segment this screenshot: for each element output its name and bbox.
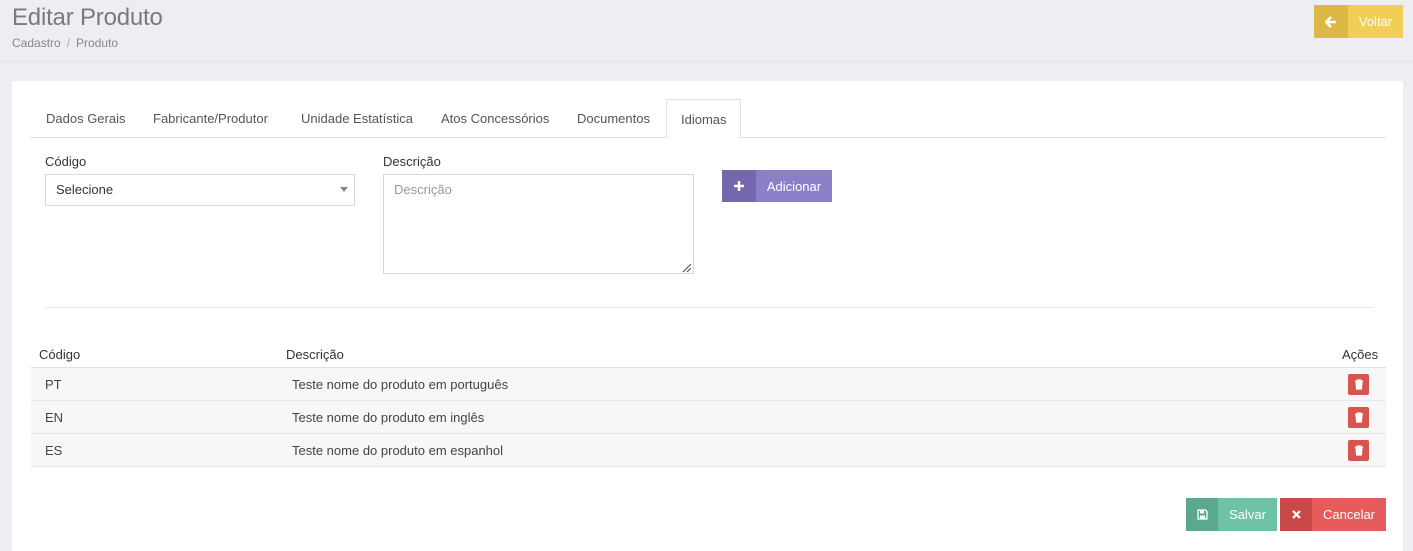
trash-icon (1354, 445, 1363, 456)
codigo-label: Código (45, 154, 87, 169)
save-button[interactable]: Salvar (1186, 498, 1277, 531)
codigo-select-value: Selecione (56, 182, 114, 197)
close-icon (1280, 498, 1312, 531)
table-row: ES Teste nome do produto em espanhol (31, 434, 1386, 467)
caret-down-icon (340, 187, 348, 192)
row-descricao: Teste nome do produto em português (292, 377, 509, 392)
tab-atos-concessorios[interactable]: Atos Concessórios (425, 99, 565, 138)
cancel-button-label: Cancelar (1322, 507, 1376, 522)
tab-idiomas[interactable]: Idiomas (666, 99, 741, 139)
save-button-label: Salvar (1229, 507, 1266, 522)
plus-icon (722, 170, 756, 202)
page-header: Editar Produto Cadastro / Produto Voltar (0, 0, 1413, 62)
add-button-label: Adicionar (766, 178, 822, 194)
idiomas-table: Código Descrição Ações PT Teste nome do … (31, 341, 1386, 467)
trash-icon (1354, 379, 1363, 390)
tab-dados-gerais[interactable]: Dados Gerais (30, 99, 141, 138)
row-codigo: EN (45, 410, 64, 425)
descricao-label: Descrição (383, 154, 441, 169)
codigo-select[interactable]: Selecione (45, 174, 355, 206)
floppy-disk-icon (1186, 498, 1218, 531)
content-panel: Dados Gerais Fabricante/Produtor Unidade… (12, 81, 1403, 551)
descricao-textarea[interactable] (383, 174, 694, 274)
arrow-left-icon (1314, 5, 1348, 38)
page-title: Editar Produto (12, 4, 163, 31)
column-header-descricao: Descrição (286, 347, 344, 362)
breadcrumb-separator: / (66, 36, 71, 50)
breadcrumb-item-produto: Produto (76, 36, 119, 50)
table-row: EN Teste nome do produto em inglês (31, 401, 1386, 434)
row-descricao: Teste nome do produto em espanhol (292, 443, 504, 458)
row-codigo: ES (45, 443, 63, 458)
trash-icon (1354, 412, 1363, 423)
cancel-button[interactable]: Cancelar (1280, 498, 1386, 531)
tab-bar: Dados Gerais Fabricante/Produtor Unidade… (30, 99, 1386, 139)
table-header: Código Descrição Ações (31, 341, 1386, 368)
divider (45, 307, 1373, 308)
back-button[interactable]: Voltar (1314, 5, 1403, 38)
breadcrumb-item-cadastro[interactable]: Cadastro (12, 36, 61, 50)
column-header-acoes: Ações (1342, 347, 1379, 362)
row-descricao: Teste nome do produto em inglês (292, 410, 485, 425)
back-button-label: Voltar (1358, 14, 1393, 29)
tab-unidade-estatistica[interactable]: Unidade Estatística (285, 99, 429, 138)
delete-button[interactable] (1348, 407, 1369, 428)
row-codigo: PT (45, 377, 62, 392)
tab-fabricante-produtor[interactable]: Fabricante/Produtor (137, 99, 284, 138)
table-row: PT Teste nome do produto em português (31, 368, 1386, 401)
breadcrumb: Cadastro / Produto (12, 36, 118, 50)
resize-grip-icon[interactable] (680, 261, 692, 273)
delete-button[interactable] (1348, 440, 1369, 461)
add-button[interactable]: Adicionar (722, 170, 832, 202)
column-header-codigo: Código (39, 347, 81, 362)
delete-button[interactable] (1348, 374, 1369, 395)
tab-documentos[interactable]: Documentos (561, 99, 666, 138)
